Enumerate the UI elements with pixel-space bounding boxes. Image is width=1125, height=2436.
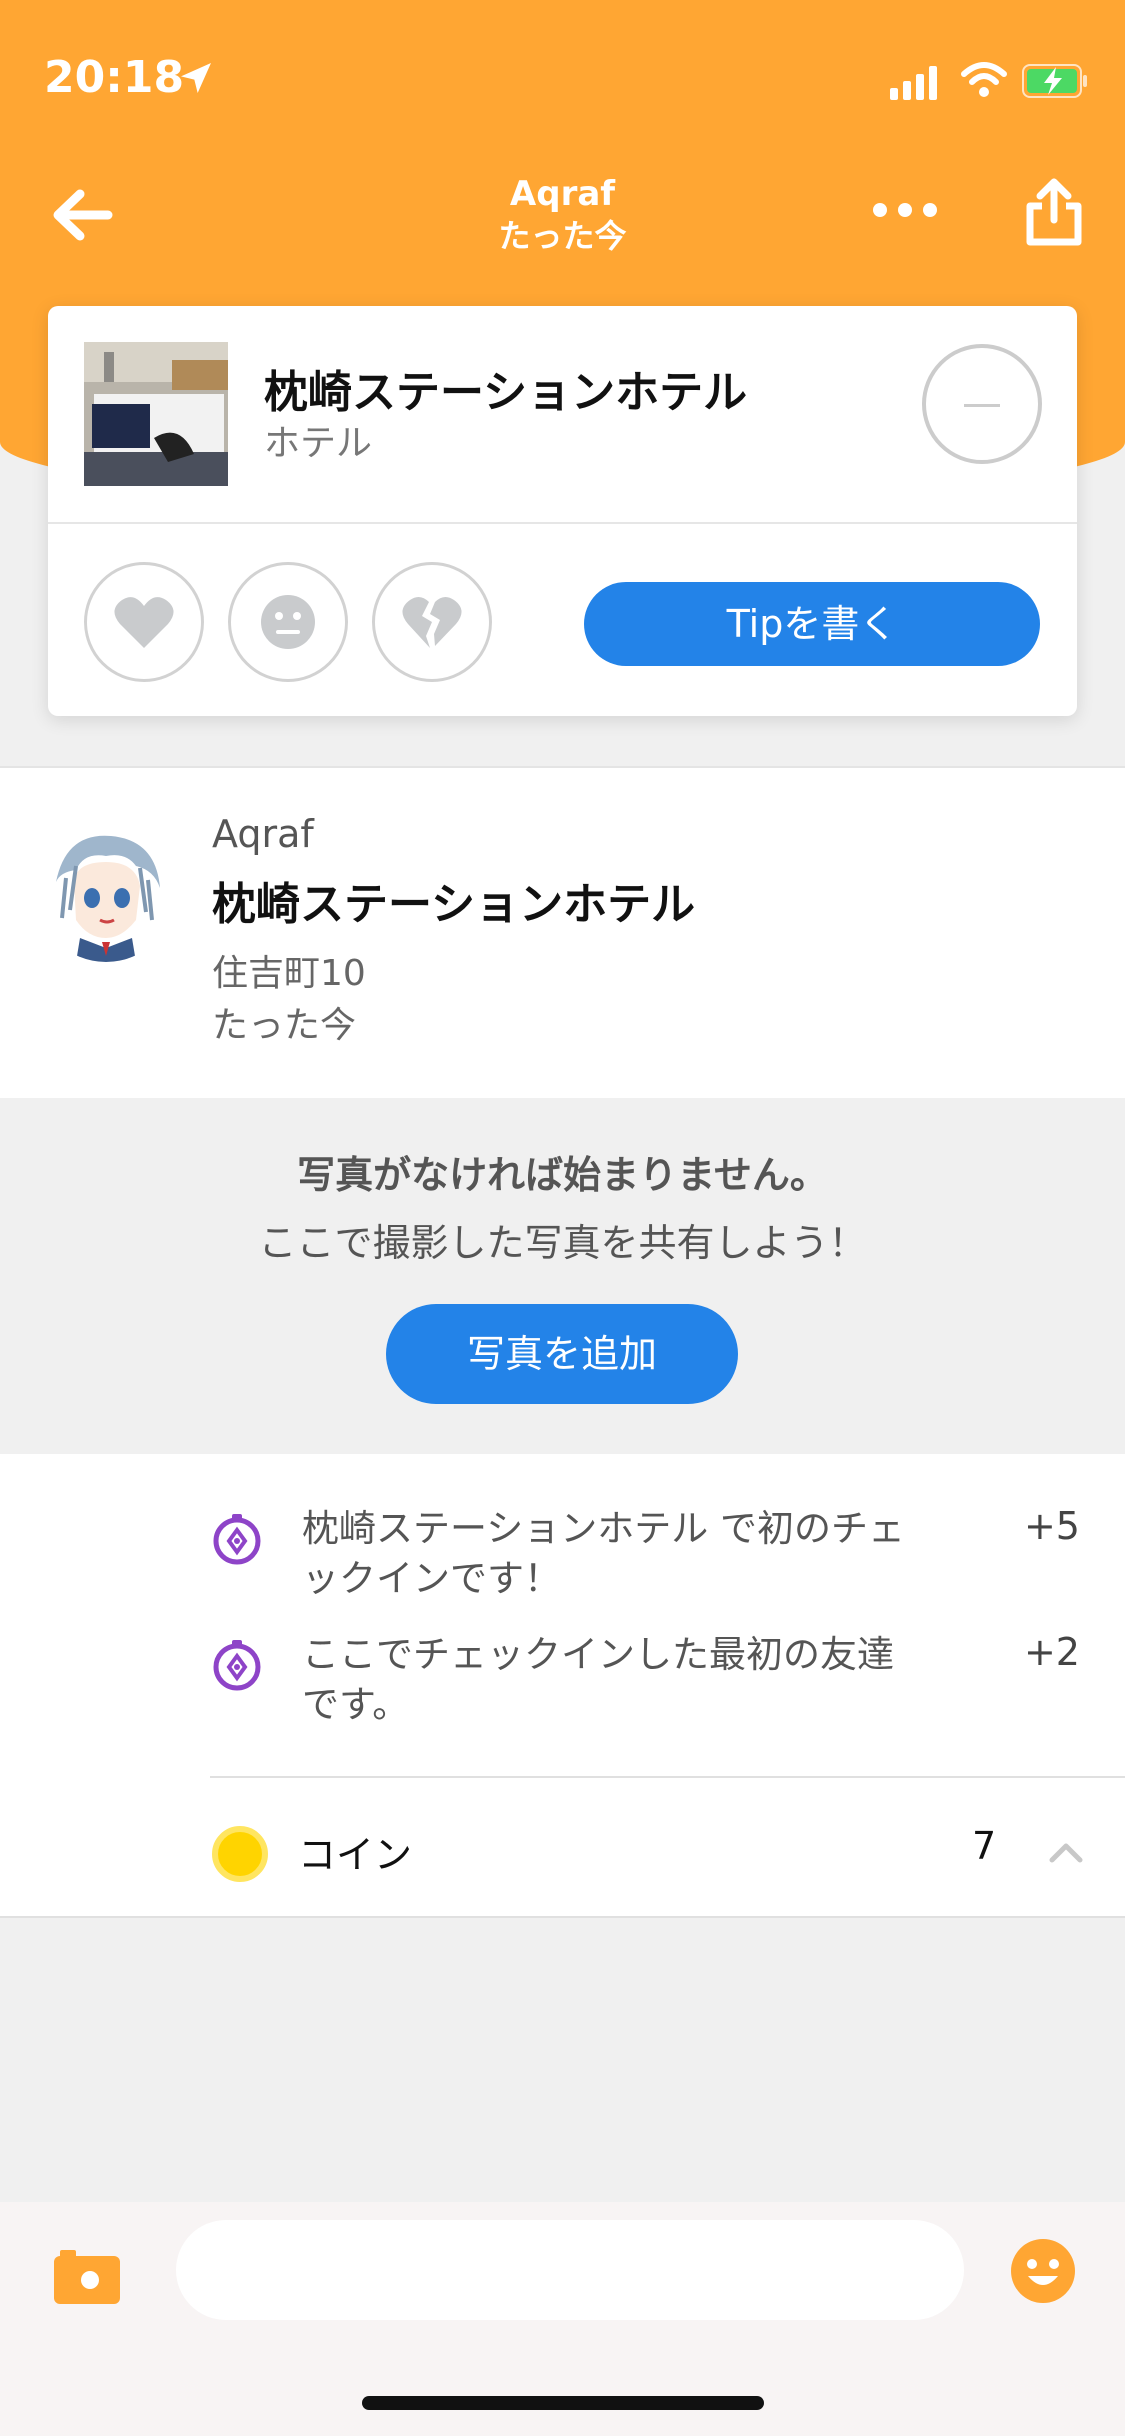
venue-photo[interactable] — [84, 342, 228, 486]
wifi-icon — [961, 62, 1007, 97]
reward-points: +2 — [1023, 1630, 1080, 1674]
comment-bar — [0, 2202, 1125, 2436]
coin-count: 7 — [972, 1824, 997, 1868]
broken-heart-icon — [402, 596, 462, 648]
photo-prompt: 写真がなければ始まりません。 ここで撮影した写真を共有しよう！ 写真を追加 — [0, 1098, 1125, 1454]
reward-text: 枕崎ステーションホテル で初のチェックインです！ — [302, 1507, 906, 1600]
checkin-section: Aqraf 枕崎ステーションホテル 住吉町10 たった今 — [0, 766, 1125, 1098]
status-bar: 20:18 — [0, 0, 1125, 160]
reward-item: 枕崎ステーションホテル で初のチェックインです！ +5 — [210, 1504, 1090, 1614]
rewards-section: 枕崎ステーションホテル で初のチェックインです！ +5 ここでチェックインした最… — [0, 1454, 1125, 1918]
venue-category: ホテル — [264, 423, 373, 464]
meh-button[interactable] — [228, 562, 348, 682]
checkin-venue-name[interactable]: 枕崎ステーションホテル — [212, 868, 695, 932]
signal-icon — [890, 66, 937, 100]
coin-icon — [212, 1826, 268, 1882]
reward-points: +5 — [1023, 1504, 1080, 1548]
more-dots-icon[interactable] — [870, 190, 940, 230]
checkin-time: たった今 — [212, 1005, 357, 1046]
dislike-button[interactable] — [372, 562, 492, 682]
battery-charging-icon — [1022, 64, 1087, 98]
venue-name[interactable]: 枕崎ステーションホテル — [264, 356, 747, 420]
add-photo-button[interactable]: 写真を追加 — [386, 1304, 738, 1404]
neutral-face-icon — [261, 595, 315, 649]
sticker-face-icon[interactable] — [1010, 2238, 1076, 2304]
checkin-address: 住吉町10 — [212, 953, 366, 994]
status-time: 20:18 — [44, 52, 185, 103]
location-arrow-icon — [181, 63, 211, 93]
like-button[interactable] — [84, 562, 204, 682]
home-indicator — [362, 2396, 764, 2410]
nav-subtitle: たった今 — [498, 217, 627, 255]
nav-title: Aqraf — [509, 174, 616, 214]
divider — [48, 522, 1077, 524]
avatar[interactable] — [36, 822, 176, 962]
minus-circle-button[interactable] — [922, 344, 1042, 464]
badge-icon — [213, 1514, 261, 1565]
venue-card: 枕崎ステーションホテル ホテル Tipを書く — [48, 306, 1077, 716]
checkin-username[interactable]: Aqraf — [212, 812, 314, 856]
heart-icon — [114, 597, 174, 648]
comment-input[interactable] — [176, 2220, 964, 2320]
coin-label: コイン — [298, 1833, 413, 1877]
user-avatar-image — [36, 822, 176, 962]
share-icon[interactable] — [1024, 178, 1084, 248]
photo-prompt-subtitle: ここで撮影した写真を共有しよう！ — [258, 1221, 867, 1265]
nav-bar: Aqraf たった今 — [0, 170, 1125, 280]
chevron-up-icon[interactable] — [1046, 1832, 1086, 1872]
reward-text: ここでチェックインした最初の友達です。 — [302, 1633, 894, 1726]
hotel-room-image — [84, 342, 228, 486]
photo-prompt-title: 写真がなければ始まりません。 — [297, 1153, 828, 1197]
divider — [210, 1776, 1125, 1778]
reward-item: ここでチェックインした最初の友達です。 +2 — [210, 1630, 1090, 1740]
badge-icon — [213, 1640, 261, 1691]
camera-icon[interactable] — [52, 2242, 122, 2312]
write-tip-button[interactable]: Tipを書く — [584, 582, 1040, 666]
